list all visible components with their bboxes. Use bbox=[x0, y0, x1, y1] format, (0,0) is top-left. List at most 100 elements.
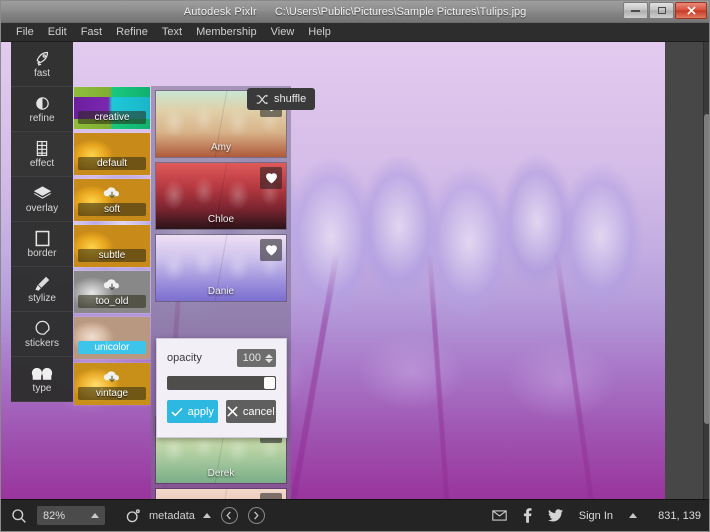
opacity-actions: apply cancel bbox=[157, 390, 286, 423]
app-title: Autodesk Pixlr bbox=[183, 5, 257, 18]
zoom-value: 82% bbox=[43, 509, 66, 522]
tool-fast[interactable]: fast bbox=[11, 42, 73, 87]
status-bar: 82% metadata Sign In 831, 139 bbox=[1, 499, 709, 531]
sign-in-button[interactable]: Sign In bbox=[579, 510, 613, 522]
twitter-icon[interactable] bbox=[547, 509, 563, 522]
minimize-button[interactable] bbox=[623, 2, 648, 19]
category-soft[interactable]: soft bbox=[73, 178, 151, 222]
droplet-icon bbox=[34, 95, 51, 112]
category-unicolor[interactable]: unicolor bbox=[73, 316, 151, 360]
layers-icon bbox=[33, 185, 52, 202]
opacity-popover: opacity 100 apply cancel bbox=[156, 338, 287, 438]
menu-text[interactable]: Text bbox=[155, 24, 189, 40]
next-image-button[interactable] bbox=[247, 507, 265, 524]
opacity-slider-handle[interactable] bbox=[264, 377, 275, 389]
x-icon bbox=[227, 406, 238, 417]
search-icon[interactable] bbox=[11, 508, 27, 524]
effect-name: Derek bbox=[207, 468, 235, 479]
filmstrip-icon bbox=[34, 140, 50, 157]
shuffle-icon bbox=[256, 94, 268, 104]
opacity-value: 100 bbox=[242, 352, 261, 364]
favorite-button[interactable] bbox=[260, 167, 282, 189]
aperture-icon[interactable] bbox=[125, 508, 141, 524]
metadata-label[interactable]: metadata bbox=[149, 510, 195, 522]
opacity-row: opacity 100 bbox=[157, 339, 286, 367]
mail-icon[interactable] bbox=[492, 510, 507, 521]
category-vintage[interactable]: vintage bbox=[73, 362, 151, 406]
apply-button[interactable]: apply bbox=[167, 400, 218, 423]
category-label: unicolor bbox=[78, 341, 146, 354]
canvas-empty-area bbox=[665, 42, 705, 499]
tool-effect[interactable]: effect bbox=[11, 132, 73, 177]
stepper-up-icon[interactable] bbox=[265, 353, 273, 358]
stepper-down-icon[interactable] bbox=[265, 358, 273, 363]
cancel-label: cancel bbox=[242, 405, 275, 418]
quote-icon bbox=[31, 365, 53, 382]
category-label: default bbox=[78, 157, 146, 170]
effect-card-danie[interactable]: Danie bbox=[155, 234, 287, 302]
tool-label-effect: effect bbox=[29, 157, 55, 169]
tool-stylize[interactable]: stylize bbox=[11, 267, 73, 312]
chevron-up-icon[interactable] bbox=[91, 513, 99, 518]
zoom-level-control[interactable]: 82% bbox=[37, 506, 105, 525]
tool-label-overlay: overlay bbox=[25, 202, 59, 214]
expand-panel-chevron-up-icon[interactable] bbox=[629, 513, 637, 518]
menu-refine[interactable]: Refine bbox=[109, 24, 155, 40]
opacity-label: opacity bbox=[167, 352, 202, 364]
metadata-chevron-up-icon[interactable] bbox=[202, 513, 211, 518]
effect-category-list: creative default soft subtle too_old uni… bbox=[73, 86, 151, 406]
close-button[interactable] bbox=[675, 2, 707, 19]
category-too-old[interactable]: too_old bbox=[73, 270, 151, 314]
cursor-coordinates: 831, 139 bbox=[658, 509, 701, 522]
title-bar-text-group: Autodesk Pixlr C:\Users\Public\Pictures\… bbox=[184, 6, 527, 18]
download-icon bbox=[102, 279, 122, 293]
brush-icon bbox=[34, 275, 51, 292]
facebook-icon[interactable] bbox=[523, 508, 532, 523]
category-label: creative bbox=[78, 111, 146, 124]
application-window: Autodesk Pixlr C:\Users\Public\Pictures\… bbox=[0, 0, 710, 532]
tool-label-stylize: stylize bbox=[28, 292, 56, 304]
stepper-arrows[interactable] bbox=[265, 353, 273, 363]
file-path-title: C:\Users\Public\Pictures\Sample Pictures… bbox=[274, 5, 527, 18]
menu-file[interactable]: File bbox=[9, 24, 41, 40]
status-bar-right: Sign In 831, 139 bbox=[492, 508, 701, 523]
opacity-stepper[interactable]: 100 bbox=[236, 349, 276, 367]
shuffle-label: shuffle bbox=[274, 93, 307, 105]
cancel-button[interactable]: cancel bbox=[225, 400, 276, 423]
opacity-slider[interactable] bbox=[167, 376, 276, 390]
favorite-button[interactable] bbox=[260, 239, 282, 261]
menu-membership[interactable]: Membership bbox=[189, 24, 264, 40]
tool-label-border: border bbox=[27, 247, 57, 259]
effect-name: Danie bbox=[207, 286, 235, 297]
tool-refine[interactable]: refine bbox=[11, 87, 73, 132]
canvas-vertical-scrollbar[interactable] bbox=[703, 42, 709, 499]
category-subtle[interactable]: subtle bbox=[73, 224, 151, 268]
tool-type[interactable]: type bbox=[11, 357, 73, 402]
shuffle-button[interactable]: shuffle bbox=[247, 88, 316, 110]
previous-image-button[interactable] bbox=[220, 507, 238, 524]
effect-name: Amy bbox=[211, 142, 231, 153]
tool-label-type: type bbox=[32, 382, 52, 394]
category-creative[interactable]: creative bbox=[73, 86, 151, 130]
category-label: too_old bbox=[78, 295, 146, 308]
category-label: soft bbox=[78, 203, 146, 216]
apply-label: apply bbox=[187, 405, 214, 418]
category-default[interactable]: default bbox=[73, 132, 151, 176]
sticker-icon bbox=[34, 320, 51, 337]
effect-card-partial[interactable] bbox=[155, 488, 287, 499]
status-bar-left: 82% metadata bbox=[11, 506, 265, 525]
rocket-icon bbox=[34, 50, 51, 67]
menu-view[interactable]: View bbox=[264, 24, 302, 40]
workspace: fast refine effect overlay border styliz… bbox=[1, 42, 709, 499]
effect-card-chloe[interactable]: Chloe bbox=[155, 162, 287, 230]
tool-stickers[interactable]: stickers bbox=[11, 312, 73, 357]
menu-edit[interactable]: Edit bbox=[41, 24, 74, 40]
tool-label-refine: refine bbox=[29, 112, 55, 124]
tool-border[interactable]: border bbox=[11, 222, 73, 267]
menu-help[interactable]: Help bbox=[301, 24, 338, 40]
chevron-right-icon bbox=[254, 511, 260, 520]
scrollbar-thumb[interactable] bbox=[704, 114, 709, 424]
tool-overlay[interactable]: overlay bbox=[11, 177, 73, 222]
maximize-button[interactable] bbox=[649, 2, 674, 19]
menu-fast[interactable]: Fast bbox=[74, 24, 109, 40]
